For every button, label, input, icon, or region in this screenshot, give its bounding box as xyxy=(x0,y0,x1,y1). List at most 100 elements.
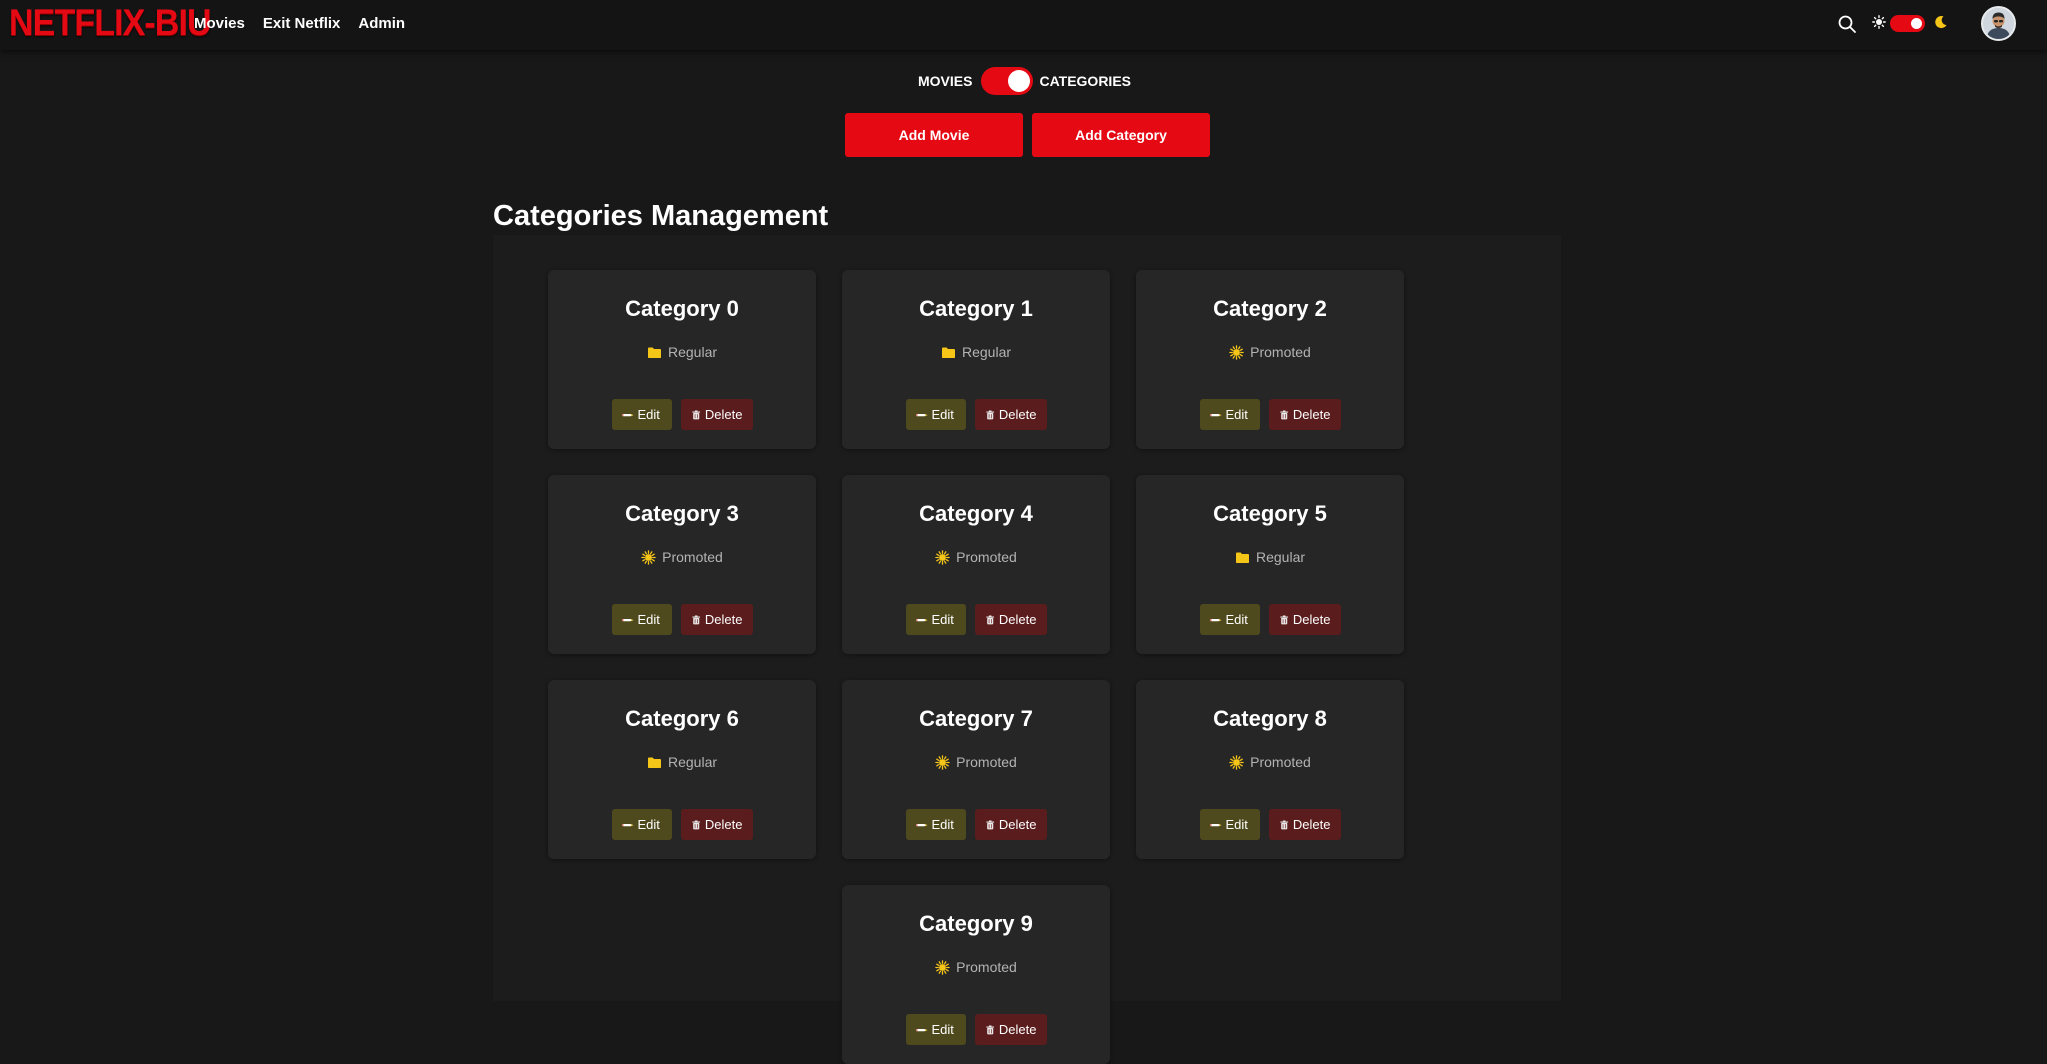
edit-button[interactable]: Edit xyxy=(1199,604,1260,635)
category-type: Regular xyxy=(842,344,1110,360)
pencil-icon xyxy=(621,413,633,416)
avatar-icon xyxy=(1983,8,2014,39)
nav-link-movies[interactable]: Movies xyxy=(194,15,245,32)
edit-button[interactable]: Edit xyxy=(1199,809,1260,840)
add-category-button[interactable]: Add Category xyxy=(1032,113,1210,157)
mode-toggle-knob xyxy=(1008,70,1031,92)
netflix-biu-logo[interactable]: NETFLIX-BIU xyxy=(9,2,212,44)
delete-button[interactable]: Delete xyxy=(1268,809,1341,840)
edit-button[interactable]: Edit xyxy=(905,1014,966,1045)
delete-button-label: Delete xyxy=(998,817,1037,832)
delete-button-label: Delete xyxy=(998,1022,1037,1037)
category-type-label: Regular xyxy=(961,344,1012,360)
category-name: Category 2 xyxy=(1213,296,1327,321)
delete-button[interactable]: Delete xyxy=(680,399,753,430)
category-type-label: Promoted xyxy=(662,549,723,565)
edit-button-label: Edit xyxy=(637,407,660,422)
category-type-label: Promoted xyxy=(1250,344,1311,360)
category-type-label: Regular xyxy=(667,344,718,360)
edit-button[interactable]: Edit xyxy=(611,809,672,840)
delete-button-label: Delete xyxy=(704,407,743,422)
category-type: Promoted xyxy=(1136,754,1404,770)
category-card-0: Category 0 Regular Edit Delete xyxy=(548,270,816,449)
card-actions: Edit Delete xyxy=(1136,809,1404,840)
category-name: Category 0 xyxy=(625,296,739,321)
delete-button[interactable]: Delete xyxy=(1268,399,1341,430)
card-actions: Edit Delete xyxy=(842,399,1110,430)
trash-icon xyxy=(985,614,994,624)
delete-button[interactable]: Delete xyxy=(1268,604,1341,635)
delete-button-label: Delete xyxy=(1292,817,1331,832)
sun-icon xyxy=(1872,15,1886,29)
pencil-icon xyxy=(1209,823,1221,826)
category-type: Regular xyxy=(548,344,816,360)
edit-button[interactable]: Edit xyxy=(611,399,672,430)
category-type-label: Regular xyxy=(1255,549,1306,565)
edit-button[interactable]: Edit xyxy=(611,604,672,635)
delete-button[interactable]: Delete xyxy=(680,809,753,840)
folder-icon xyxy=(941,345,956,360)
delete-button[interactable]: Delete xyxy=(974,1014,1047,1045)
sun-icon xyxy=(1229,754,1244,770)
pencil-icon xyxy=(621,823,633,826)
delete-button[interactable]: Delete xyxy=(974,399,1047,430)
pencil-icon xyxy=(915,823,927,826)
category-type: Promoted xyxy=(842,754,1110,770)
edit-button-label: Edit xyxy=(931,612,954,627)
nav-link-exit-netflix[interactable]: Exit Netflix xyxy=(263,15,341,32)
mode-toggle[interactable] xyxy=(981,67,1034,95)
edit-button[interactable]: Edit xyxy=(905,399,966,430)
trash-icon xyxy=(985,409,994,419)
pencil-icon xyxy=(915,1028,927,1031)
category-type: Regular xyxy=(1136,549,1404,565)
delete-button[interactable]: Delete xyxy=(974,809,1047,840)
add-movie-button[interactable]: Add Movie xyxy=(845,113,1023,157)
sun-icon xyxy=(935,754,950,770)
card-actions: Edit Delete xyxy=(548,809,816,840)
delete-button[interactable]: Delete xyxy=(680,604,753,635)
edit-button[interactable]: Edit xyxy=(905,604,966,635)
folder-icon xyxy=(647,345,662,360)
nav-link-admin[interactable]: Admin xyxy=(358,15,405,32)
mode-label-categories: CATEGORIES xyxy=(1039,73,1131,89)
category-type: Promoted xyxy=(1136,344,1404,360)
edit-button[interactable]: Edit xyxy=(905,809,966,840)
category-card-5: Category 5 Regular Edit Delete xyxy=(1136,475,1404,654)
mode-label-movies: MOVIES xyxy=(918,73,973,89)
category-name: Category 6 xyxy=(625,706,739,731)
delete-button-label: Delete xyxy=(704,612,743,627)
edit-button-label: Edit xyxy=(931,1022,954,1037)
folder-icon xyxy=(1235,550,1250,565)
category-type-label: Promoted xyxy=(956,754,1017,770)
card-actions: Edit Delete xyxy=(1136,399,1404,430)
card-actions: Edit Delete xyxy=(842,604,1110,635)
pencil-icon xyxy=(621,618,633,621)
sun-icon xyxy=(935,549,950,565)
category-type: Promoted xyxy=(842,959,1110,975)
search-icon[interactable] xyxy=(1837,14,1857,34)
delete-button[interactable]: Delete xyxy=(974,604,1047,635)
category-type: Regular xyxy=(548,754,816,770)
trash-icon xyxy=(691,409,700,419)
category-card-4: Category 4 Promoted Edit Delete xyxy=(842,475,1110,654)
theme-toggle[interactable] xyxy=(1890,15,1925,32)
sun-icon xyxy=(641,549,656,565)
pencil-icon xyxy=(915,618,927,621)
edit-button[interactable]: Edit xyxy=(1199,399,1260,430)
user-avatar[interactable] xyxy=(1981,6,2016,41)
sun-icon xyxy=(935,959,950,975)
card-actions: Edit Delete xyxy=(548,399,816,430)
movies-categories-switch: MOVIES CATEGORIES xyxy=(918,66,1131,96)
delete-button-label: Delete xyxy=(1292,407,1331,422)
card-actions: Edit Delete xyxy=(1136,604,1404,635)
trash-icon xyxy=(985,819,994,829)
card-actions: Edit Delete xyxy=(842,809,1110,840)
category-type: Promoted xyxy=(548,549,816,565)
category-card-9: Category 9 Promoted Edit Delete xyxy=(842,885,1110,1064)
category-type-label: Promoted xyxy=(956,959,1017,975)
edit-button-label: Edit xyxy=(931,817,954,832)
category-card-2: Category 2 Promoted Edit Delete xyxy=(1136,270,1404,449)
delete-button-label: Delete xyxy=(998,407,1037,422)
sun-icon xyxy=(1229,344,1244,360)
category-card-7: Category 7 Promoted Edit Delete xyxy=(842,680,1110,859)
